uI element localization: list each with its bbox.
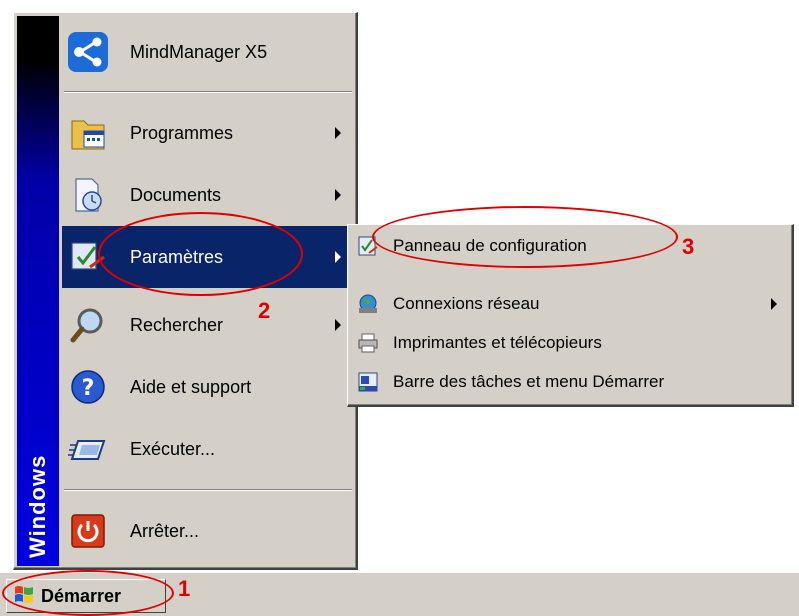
submenu-arrow-icon xyxy=(335,251,341,263)
taskbar: Démarrer xyxy=(0,572,799,616)
documents-icon xyxy=(62,175,114,215)
annotation-number-1: 1 xyxy=(178,576,191,601)
menu-item-mindmanager[interactable]: MindManager X5 xyxy=(62,21,354,83)
taskbar-icon xyxy=(351,371,385,393)
printer-icon xyxy=(351,332,385,354)
menu-item-arreter[interactable]: Arrêter... xyxy=(62,500,354,562)
control-panel-icon xyxy=(351,235,385,257)
submenu-arrow-icon xyxy=(335,189,341,201)
submenu-item-label: Connexions réseau xyxy=(393,294,540,313)
menu-item-documents[interactable]: Documents xyxy=(62,164,354,226)
run-icon xyxy=(62,429,114,469)
menu-item-programmes[interactable]: Programmes xyxy=(62,102,354,164)
start-button[interactable]: Démarrer xyxy=(6,579,166,613)
shutdown-icon xyxy=(62,511,114,551)
submenu-item-connexions-reseau[interactable]: Connexions réseau xyxy=(351,287,789,321)
submenu-item-label: Barre des tâches et menu Démarrer xyxy=(393,372,665,391)
settings-icon xyxy=(62,237,114,277)
submenu-arrow-icon xyxy=(335,127,341,139)
settings-submenu: Panneau de configuration Connexions rése… xyxy=(347,224,794,407)
menu-item-rechercher[interactable]: Rechercher xyxy=(62,294,354,356)
menu-item-label: Documents xyxy=(130,184,222,205)
submenu-item-panneau-configuration[interactable]: Panneau de configuration xyxy=(351,229,789,263)
submenu-arrow-icon xyxy=(771,298,777,310)
windows-side-banner: Windows xyxy=(17,16,59,566)
submenu-item-label: Imprimantes et télécopieurs xyxy=(393,333,602,352)
network-icon xyxy=(351,293,385,315)
help-icon: ? xyxy=(62,367,114,407)
menu-item-label: Arrêter... xyxy=(130,520,200,541)
annotation-number-3: 3 xyxy=(682,234,695,259)
menu-item-label: Rechercher xyxy=(130,314,224,335)
menu-item-parametres[interactable]: Paramètres xyxy=(62,226,354,288)
menu-item-executer[interactable]: Exécuter... xyxy=(62,418,354,480)
start-button-label: Démarrer xyxy=(41,585,122,606)
start-menu: Windows MindManager X5 Programmes Docume… xyxy=(13,12,358,570)
submenu-item-label: Panneau de configuration xyxy=(393,236,587,255)
menu-item-label: Aide et support xyxy=(130,376,252,397)
submenu-item-imprimantes[interactable]: Imprimantes et télécopieurs xyxy=(351,326,789,360)
menu-item-label: Exécuter... xyxy=(130,438,216,459)
menu-separator xyxy=(64,489,352,491)
menu-separator xyxy=(64,91,352,93)
windows-logo-icon xyxy=(13,584,35,609)
annotation-number-2: 2 xyxy=(258,298,271,323)
search-icon xyxy=(62,305,114,345)
submenu-item-barre-des-taches[interactable]: Barre des tâches et menu Démarrer xyxy=(351,365,789,399)
menu-item-label: MindManager X5 xyxy=(130,41,268,62)
windows-brand-text: Windows xyxy=(25,454,50,558)
programs-icon xyxy=(62,113,114,153)
menu-item-label: Programmes xyxy=(130,122,234,143)
menu-item-label: Paramètres xyxy=(130,246,224,267)
menu-item-aide[interactable]: ? Aide et support xyxy=(62,356,354,418)
svg-text:?: ? xyxy=(82,376,95,401)
submenu-arrow-icon xyxy=(335,319,341,331)
mindmanager-icon xyxy=(62,30,114,74)
